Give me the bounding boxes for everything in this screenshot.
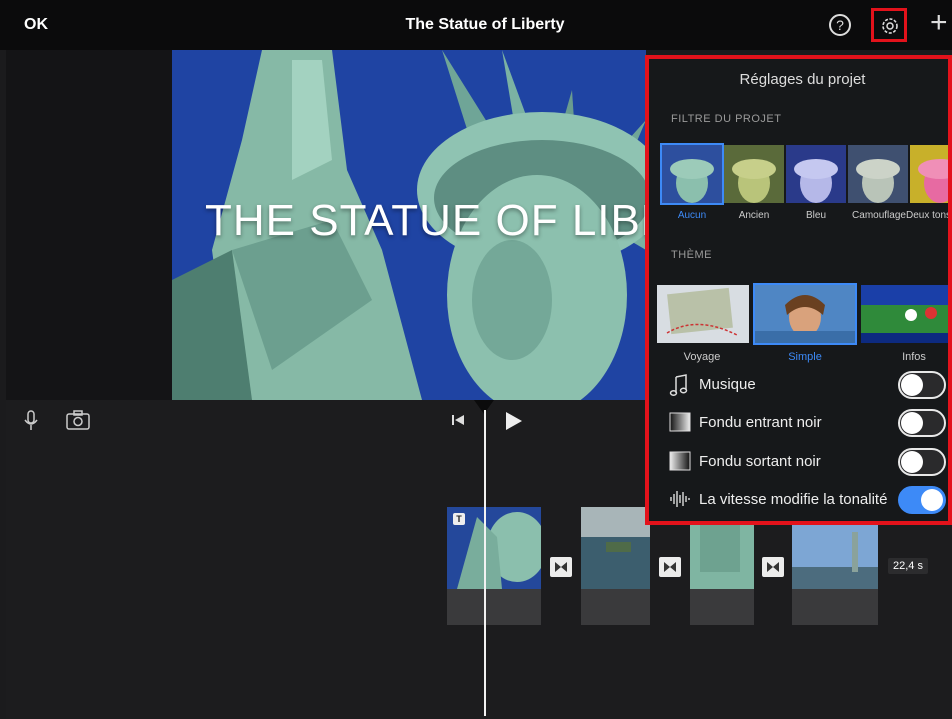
option-label: Fondu sortant noir xyxy=(699,453,821,470)
filter-label: Ancien xyxy=(738,210,770,221)
help-icon[interactable]: ? xyxy=(829,14,851,36)
filter-option-aucun[interactable] xyxy=(662,145,722,203)
transition-icon xyxy=(767,562,779,572)
filter-thumbnail xyxy=(662,145,722,203)
microphone-icon[interactable] xyxy=(24,410,38,432)
toggle-knob xyxy=(921,489,943,511)
filter-option-camouflage[interactable] xyxy=(848,145,908,203)
transition-button[interactable] xyxy=(550,557,572,577)
filter-thumbnail xyxy=(786,145,846,203)
option-label: Musique xyxy=(699,376,756,393)
panel-title: Réglages du projet xyxy=(739,71,866,88)
option-row-vitesse-tonalite: La vitesse modifie la tonalité xyxy=(649,480,948,518)
project-title: The Statue of Liberty xyxy=(405,16,565,33)
filter-option-deux-tons[interactable] xyxy=(910,145,948,203)
theme-option-voyage[interactable] xyxy=(657,285,749,343)
viewer-margin xyxy=(6,50,172,400)
option-label: Fondu entrant noir xyxy=(699,414,822,431)
theme-option-infos[interactable] xyxy=(861,285,948,343)
theme-section-heading: THÈME xyxy=(671,249,712,261)
theme-thumbnail xyxy=(657,285,749,343)
fade-out-icon xyxy=(669,451,691,471)
theme-label: Infos xyxy=(902,351,926,363)
filter-thumbnail xyxy=(724,145,784,203)
transition-icon xyxy=(555,562,567,572)
option-row-fondu-entrant: Fondu entrant noir xyxy=(649,403,948,441)
theme-label: Simple xyxy=(788,351,822,363)
toggle-knob xyxy=(901,374,923,396)
waveform-icon xyxy=(670,491,690,507)
skip-to-start-icon[interactable] xyxy=(451,413,465,427)
fondu-entrant-toggle[interactable] xyxy=(898,409,946,437)
clip-thumbnail xyxy=(581,507,650,589)
play-icon[interactable] xyxy=(505,411,523,431)
filter-label: Bleu xyxy=(805,210,826,221)
filter-section-heading: FILTRE DU PROJET xyxy=(671,113,782,125)
filter-label: Aucun xyxy=(677,210,707,221)
preview-title-overlay: THE STATUE OF LIBERTY xyxy=(205,196,646,245)
option-row-fondu-sortant: Fondu sortant noir xyxy=(649,442,948,480)
filter-thumbnail xyxy=(848,145,908,203)
duration-label: 22,4 s xyxy=(888,558,928,574)
option-label: La vitesse modifie la tonalité xyxy=(699,491,888,508)
project-settings-panel: Réglages du projet FILTRE DU PROJET Aucu… xyxy=(645,55,952,525)
camera-icon[interactable] xyxy=(66,410,90,430)
transition-button[interactable] xyxy=(659,557,681,577)
musique-toggle[interactable] xyxy=(898,371,946,399)
filter-option-ancien[interactable] xyxy=(724,145,784,203)
add-media-button[interactable]: + xyxy=(930,8,948,38)
theme-thumbnail xyxy=(755,285,855,343)
transition-button[interactable] xyxy=(762,557,784,577)
title-badge: T xyxy=(453,513,465,525)
playhead[interactable] xyxy=(484,410,486,716)
filter-label: Camouflage xyxy=(852,210,906,221)
fondu-sortant-toggle[interactable] xyxy=(898,448,946,476)
theme-thumbnail xyxy=(861,285,948,343)
project-settings-button[interactable] xyxy=(871,8,907,42)
theme-option-simple[interactable] xyxy=(755,285,855,343)
top-bar: OK The Statue of Liberty ? + xyxy=(0,0,952,50)
music-note-icon xyxy=(669,374,688,396)
video-preview[interactable]: THE STATUE OF LIBERTY xyxy=(172,50,646,400)
toggle-knob xyxy=(901,451,923,473)
fade-in-icon xyxy=(669,412,691,432)
toggle-knob xyxy=(901,412,923,434)
timeline-clip[interactable]: T xyxy=(447,507,541,625)
transition-icon xyxy=(664,562,676,572)
vitesse-tonalite-toggle[interactable] xyxy=(898,486,946,514)
gear-icon xyxy=(882,18,898,34)
filter-label: Deux tons xyxy=(906,210,952,221)
filter-thumbnail xyxy=(910,145,948,203)
timeline-clip[interactable] xyxy=(581,507,650,625)
theme-label: Voyage xyxy=(683,351,721,363)
option-row-musique: Musique xyxy=(649,365,948,403)
filter-option-bleu[interactable] xyxy=(786,145,846,203)
